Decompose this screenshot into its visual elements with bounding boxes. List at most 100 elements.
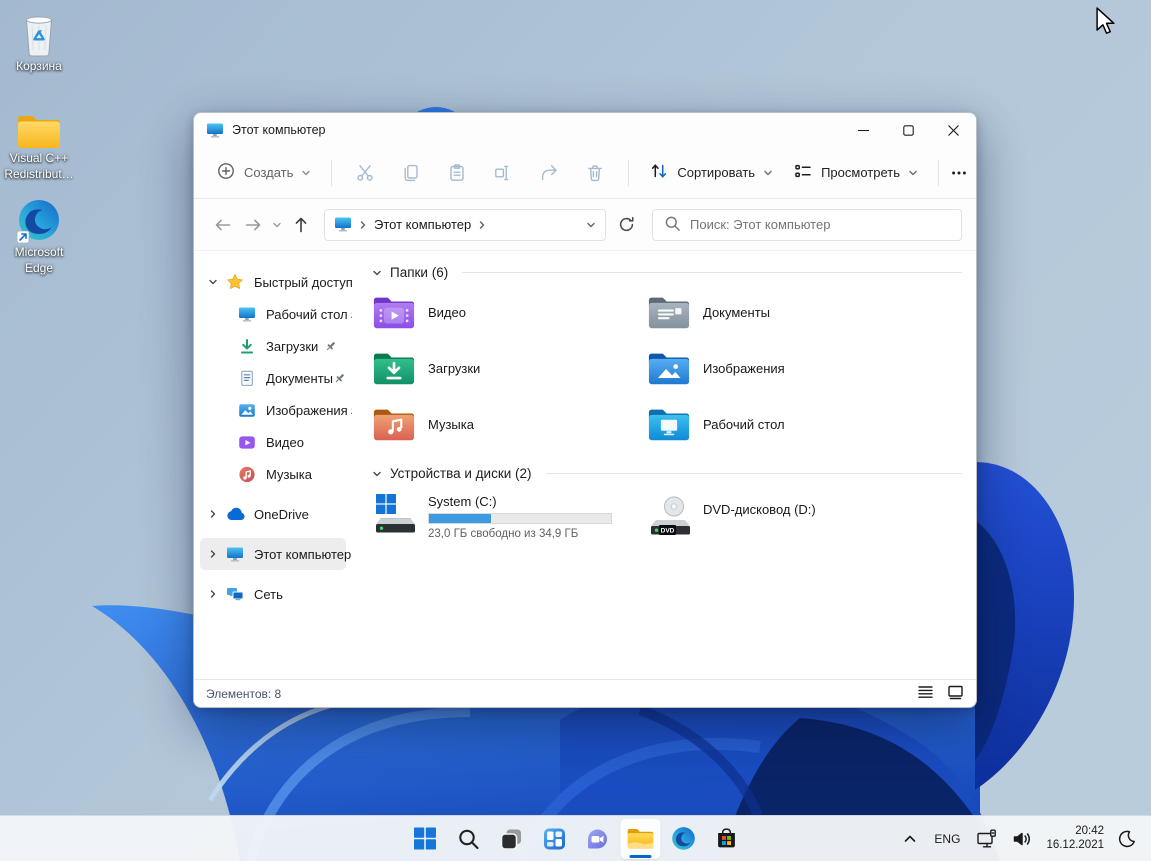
desktop-icon-label: Visual C++ <box>9 151 69 165</box>
sidebar-item-label: Сеть <box>254 586 283 602</box>
star-icon <box>226 273 246 291</box>
sort-button[interactable]: Сортировать <box>639 155 783 191</box>
address-dropdown-chevron-icon[interactable] <box>586 220 596 230</box>
search-icon <box>456 827 480 851</box>
up-button[interactable] <box>286 210 316 240</box>
chevron-down-icon[interactable] <box>208 277 220 287</box>
taskbar-search-button[interactable] <box>448 819 488 859</box>
refresh-button[interactable] <box>610 209 642 241</box>
explorer-window: Этот компьютер Создать Сортировать Просм… <box>193 112 977 708</box>
paste-button[interactable] <box>434 155 480 191</box>
chevron-right-icon[interactable] <box>477 220 487 230</box>
section-header-devices[interactable]: Устройства и диски (2) <box>372 466 962 481</box>
drive-tile-dvd-d[interactable]: DVD DVD-дисковод (D:) <box>647 493 962 540</box>
create-button[interactable]: Создать <box>206 161 321 184</box>
widgets-icon <box>542 827 566 851</box>
sidebar-item-label: Документы <box>266 370 334 386</box>
folder-tile-music[interactable]: Музыка <box>372 405 627 443</box>
address-bar[interactable]: Этот компьютер <box>324 208 606 241</box>
monitor-icon <box>226 545 246 563</box>
sidebar-item-desktop[interactable]: Рабочий стол <box>200 298 352 330</box>
sidebar-item-onedrive[interactable]: OneDrive <box>200 498 346 530</box>
content-pane: Папки (6) Видео Загрузки Музыка Документы Из… <box>352 251 976 679</box>
copy-button[interactable] <box>388 155 434 191</box>
chat-icon <box>585 827 609 851</box>
drive-name: System (C:) <box>428 494 497 509</box>
desktop-icon-label: Корзина <box>16 59 62 73</box>
chevron-right-icon[interactable] <box>208 589 220 599</box>
taskbar-edge-button[interactable] <box>663 819 703 859</box>
rename-button[interactable] <box>480 155 526 191</box>
clock[interactable]: 20:42 16.12.2021 <box>1039 825 1111 852</box>
onedrive-icon <box>226 505 246 523</box>
sidebar-item-downloads[interactable]: Загрузки <box>200 330 346 362</box>
taskbar-explorer-button[interactable] <box>620 818 660 859</box>
date: 16.12.2021 <box>1046 838 1104 851</box>
system-tray: ENG 20:42 16.12.2021 <box>895 816 1143 861</box>
taskbar-task-view-button[interactable] <box>491 819 531 859</box>
chevron-right-icon[interactable] <box>208 549 220 559</box>
section-header-folders[interactable]: Папки (6) <box>372 265 962 280</box>
tray-chevron-up-icon[interactable] <box>895 821 925 857</box>
this-pc-icon <box>334 216 352 233</box>
chevron-right-icon <box>358 220 368 230</box>
close-button[interactable] <box>931 113 976 147</box>
network-icon[interactable] <box>969 821 1005 857</box>
search-input[interactable]: Поиск: Этот компьютер <box>652 208 962 241</box>
folder-pictures-icon <box>647 349 691 387</box>
more-options-button[interactable] <box>949 155 969 191</box>
sidebar-item-label: Быстрый доступ <box>254 274 352 290</box>
sidebar-item-videos[interactable]: Видео <box>200 426 346 458</box>
search-placeholder: Поиск: Этот компьютер <box>690 217 831 232</box>
chevron-right-icon[interactable] <box>208 509 220 519</box>
folder-tile-downloads[interactable]: Загрузки <box>372 349 627 387</box>
desktop: Корзина Visual C++ Redistribut… Microsoft Ed… <box>0 0 1151 861</box>
recent-locations-chevron-icon[interactable] <box>268 220 286 230</box>
sidebar-item-music[interactable]: Музыка <box>200 458 346 490</box>
folder-tile-desktop[interactable]: Рабочий стол <box>647 405 962 443</box>
details-view-icon[interactable] <box>917 685 934 702</box>
navigation-bar: Этот компьютер Поиск: Этот компьютер <box>194 199 976 251</box>
view-button[interactable]: Просмотреть <box>783 155 928 191</box>
toolbar-separator <box>331 159 333 186</box>
language-indicator[interactable]: ENG <box>925 832 969 846</box>
command-bar: Создать Сортировать Просмотреть <box>194 147 976 199</box>
sort-icon <box>649 161 669 184</box>
folder-tile-videos[interactable]: Видео <box>372 293 627 331</box>
downloads-icon <box>238 337 258 355</box>
volume-icon[interactable] <box>1005 821 1039 857</box>
maximize-button[interactable] <box>886 113 931 147</box>
desktop-icon-recycle-bin[interactable]: Корзина <box>6 8 72 74</box>
sidebar-item-network[interactable]: Сеть <box>200 578 346 610</box>
section-title: Устройства и диски (2) <box>390 466 532 481</box>
chevron-down-icon <box>372 268 382 278</box>
back-button[interactable] <box>208 210 238 240</box>
cut-button[interactable] <box>342 155 388 191</box>
sidebar-item-documents[interactable]: Документы <box>200 362 346 394</box>
drive-tile-system-c[interactable]: System (C:) 23,0 ГБ свободно из 34,9 ГБ <box>372 493 627 540</box>
desktop-icon-microsoft-edge[interactable]: Microsoft Edge <box>6 194 72 275</box>
taskbar-widgets-button[interactable] <box>534 819 574 859</box>
taskbar-chat-button[interactable] <box>577 819 617 859</box>
breadcrumb[interactable]: Этот компьютер <box>374 217 471 232</box>
sidebar-item-quick-access[interactable]: Быстрый доступ <box>200 266 352 298</box>
drive-name: DVD-дисковод (D:) <box>703 502 816 517</box>
sidebar-item-this-pc[interactable]: Этот компьютер <box>200 538 351 570</box>
folder-yellow-icon <box>16 100 62 150</box>
minimize-button[interactable] <box>841 113 886 147</box>
folder-tile-pictures[interactable]: Изображения <box>647 349 962 387</box>
large-icons-view-icon[interactable] <box>947 685 964 703</box>
taskbar-start-button[interactable] <box>405 819 445 859</box>
sidebar-item-pictures[interactable]: Изображения <box>200 394 352 426</box>
sort-label: Сортировать <box>677 165 756 180</box>
forward-button[interactable] <box>238 210 268 240</box>
delete-button[interactable] <box>572 155 618 191</box>
taskbar: ENG 20:42 16.12.2021 <box>0 815 1151 861</box>
window-title: Этот компьютер <box>232 123 326 137</box>
focus-assist-moon-icon[interactable] <box>1111 821 1143 857</box>
folder-tile-documents[interactable]: Документы <box>647 293 962 331</box>
share-button[interactable] <box>526 155 572 191</box>
taskbar-store-button[interactable] <box>706 819 746 859</box>
search-icon <box>664 215 681 235</box>
desktop-icon-visual-cpp-redistributable[interactable]: Visual C++ Redistribut… <box>4 100 74 181</box>
